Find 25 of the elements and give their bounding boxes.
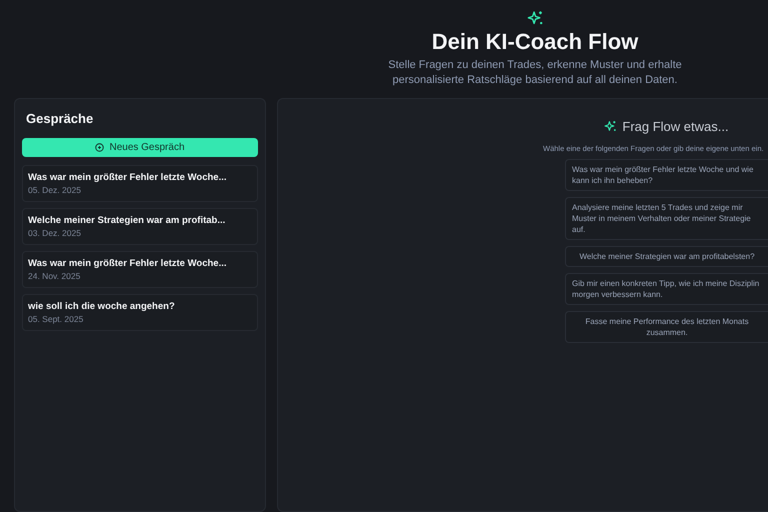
conversation-title: wie soll ich die woche angehen? bbox=[28, 301, 176, 312]
conversation-item[interactable]: wie soll ich die woche angehen? 05. Sept. 2025 bbox=[22, 294, 258, 331]
conversation-item[interactable]: Was war mein größter Fehler letzte Woche... 05. Dez. 2025 bbox=[22, 165, 258, 202]
suggestion-button[interactable]: Welche meiner Strategien war am profitabelsten? bbox=[565, 246, 768, 267]
sparkle-icon bbox=[526, 10, 544, 27]
page-title: Dein KI-Coach Flow bbox=[432, 29, 638, 55]
plus-circle-icon bbox=[95, 143, 104, 152]
conversation-date: 03. Dez. 2025 bbox=[28, 228, 82, 238]
conversation-title: Was war mein größter Fehler letzte Woche... bbox=[28, 258, 228, 269]
conversation-title: Welche meiner Strategien war am profitab... bbox=[28, 215, 226, 226]
conversation-date: 24. Nov. 2025 bbox=[28, 271, 82, 281]
prompt-title: Frag Flow etwas... bbox=[622, 119, 729, 134]
conversation-date: 05. Dez. 2025 bbox=[28, 185, 82, 195]
suggestion-button[interactable]: Analysiere meine letzten 5 Trades und zeige mir Muster in meinem Verhalten oder meiner Strategie auf. bbox=[565, 197, 768, 240]
suggestion-button[interactable]: Fasse meine Performance des letzten Monats zusammen. bbox=[565, 311, 768, 343]
page-subtitle: Stelle Fragen zu deinen Trades, erkenne Muster und erhalte personalisierte Ratschläge basierend auf all deinen Daten. bbox=[387, 58, 683, 88]
suggestion-button[interactable]: Was war mein größter Fehler letzte Woche und wie kann ich ihn beheben? bbox=[565, 159, 768, 191]
sidebar-title: Gespräche bbox=[26, 111, 94, 126]
suggestion-button[interactable]: Gib mir einen konkreten Tipp, wie ich meine Disziplin morgen verbessern kann. bbox=[565, 273, 768, 305]
sparkle-icon bbox=[604, 120, 618, 133]
conversation-title: Was war mein größter Fehler letzte Woche... bbox=[28, 172, 228, 183]
new-conversation-button[interactable]: Neues Gespräch bbox=[22, 138, 258, 157]
conversation-date: 05. Sept. 2025 bbox=[28, 314, 84, 324]
conversation-item[interactable]: Welche meiner Strategien war am profitab... 03. Dez. 2025 bbox=[22, 208, 258, 245]
conversation-item[interactable]: Was war mein größter Fehler letzte Woche... 24. Nov. 2025 bbox=[22, 251, 258, 288]
